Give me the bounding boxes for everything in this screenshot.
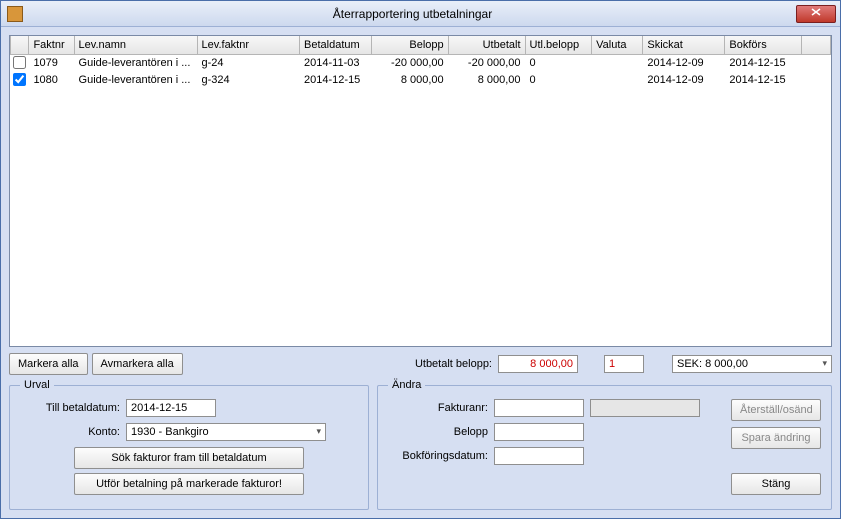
invoice-grid[interactable]: Faktnr Lev.namn Lev.faktnr Betaldatum Be… [9,35,832,347]
cell-belopp: -20 000,00 [371,54,448,71]
belopp-label: Belopp [388,426,488,438]
avmarkera-alla-button[interactable]: Avmarkera alla [92,353,183,375]
andra-group: Ändra Fakturanr: Belopp Bokföringsdatum: [377,379,832,510]
col-faktnr[interactable]: Faktnr [29,36,74,54]
utbetalt-label: Utbetalt belopp: [415,358,492,370]
stang-button[interactable]: Stäng [731,473,821,495]
urval-legend: Urval [20,379,54,391]
till-betaldatum-input[interactable] [126,399,216,417]
cell-bokfors: 2014-12-15 [725,71,802,88]
col-check[interactable] [11,36,29,54]
col-belopp[interactable]: Belopp [371,36,448,54]
cell-utlbelopp: 0 [525,71,592,88]
row-checkbox[interactable] [13,56,26,69]
konto-value: 1930 - Bankgiro [131,426,209,438]
utbetalt-value: 8 000,00 [498,355,578,373]
col-utlbelopp[interactable]: Utl.belopp [525,36,592,54]
cell-bokfors: 2014-12-15 [725,54,802,71]
cell-skickat: 2014-12-09 [643,54,725,71]
window-title: Återrapportering utbetalningar [29,7,796,21]
col-levnamn[interactable]: Lev.namn [74,36,197,54]
cell-utlbelopp: 0 [525,54,592,71]
close-icon [811,8,821,19]
cell-utbetalt: -20 000,00 [448,54,525,71]
row-checkbox[interactable] [13,73,26,86]
markera-alla-button[interactable]: Markera alla [9,353,88,375]
table-row[interactable]: 1079 Guide-leverantören i ... g-24 2014-… [11,54,831,71]
cell-levnamn: Guide-leverantören i ... [74,54,197,71]
table-row[interactable]: 1080 Guide-leverantören i ... g-324 2014… [11,71,831,88]
konto-select[interactable]: 1930 - Bankgiro ▾ [126,423,326,441]
chevron-down-icon: ▾ [822,358,827,369]
aterstall-button[interactable]: Återställ/osänd [731,399,821,421]
cell-utbetalt: 8 000,00 [448,71,525,88]
window: Återrapportering utbetalningar Faktnr [0,0,841,519]
utfor-betalning-button[interactable]: Utför betalning på markerade fakturor! [74,473,304,495]
col-levfaktnr[interactable]: Lev.faktnr [197,36,300,54]
fakturanr-label: Fakturanr: [388,402,488,414]
chevron-down-icon: ▾ [316,426,321,437]
col-betaldatum[interactable]: Betaldatum [300,36,372,54]
col-skickat[interactable]: Skickat [643,36,725,54]
cell-faktnr: 1079 [29,54,74,71]
cell-levfaktnr: g-24 [197,54,300,71]
cell-valuta [592,71,643,88]
konto-label: Konto: [20,426,120,438]
till-betaldatum-label: Till betaldatum: [20,402,120,414]
titlebar: Återrapportering utbetalningar [1,1,840,27]
cell-skickat: 2014-12-09 [643,71,725,88]
bokforingsdatum-input[interactable] [494,447,584,465]
col-utbetalt[interactable]: Utbetalt [448,36,525,54]
col-bokfors[interactable]: Bokförs [725,36,802,54]
bokforingsdatum-label: Bokföringsdatum: [388,450,488,462]
app-icon [7,6,23,22]
cell-valuta [592,54,643,71]
cell-levfaktnr: g-324 [197,71,300,88]
cell-levnamn: Guide-leverantören i ... [74,71,197,88]
cell-betaldatum: 2014-11-03 [300,54,372,71]
sok-fakturor-button[interactable]: Sök fakturor fram till betaldatum [74,447,304,469]
sek-summary-text: SEK: 8 000,00 [677,358,748,370]
andra-legend: Ändra [388,379,425,391]
spara-button[interactable]: Spara ändring [731,427,821,449]
col-extra [802,36,831,54]
utbetalt-count: 1 [604,355,644,373]
grid-header-row: Faktnr Lev.namn Lev.faktnr Betaldatum Be… [11,36,831,54]
sek-summary-field[interactable]: SEK: 8 000,00 ▾ [672,355,832,373]
col-valuta[interactable]: Valuta [592,36,643,54]
close-button[interactable] [796,5,836,23]
fakturanr-readonly [590,399,700,417]
cell-belopp: 8 000,00 [371,71,448,88]
belopp-input[interactable] [494,423,584,441]
urval-group: Urval Till betaldatum: Konto: 1930 - Ban… [9,379,369,510]
cell-betaldatum: 2014-12-15 [300,71,372,88]
cell-faktnr: 1080 [29,71,74,88]
fakturanr-input[interactable] [494,399,584,417]
